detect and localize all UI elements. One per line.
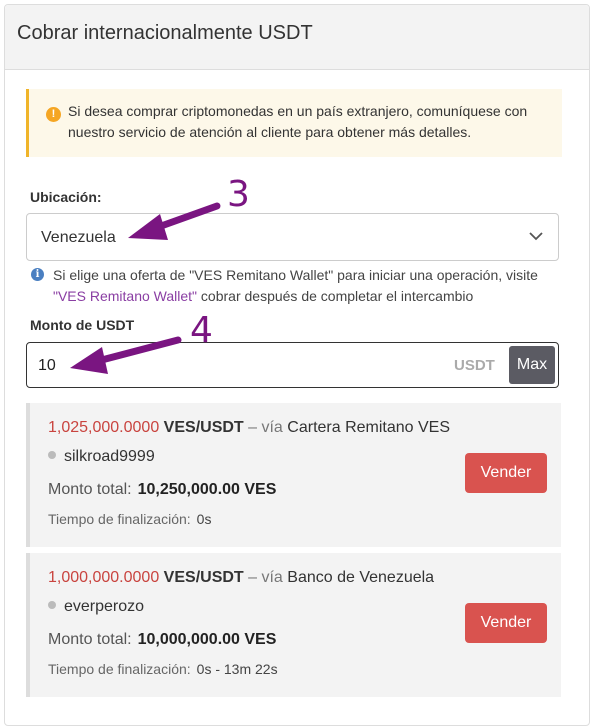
offer-method: Banco de Venezuela xyxy=(287,569,435,586)
location-label: Ubicación: xyxy=(30,189,102,205)
location-value: Venezuela xyxy=(41,229,116,246)
max-button[interactable]: Max xyxy=(509,346,555,384)
info-text-after: cobrar después de completar el intercamb… xyxy=(200,288,474,304)
offer-pair: VES/USDT xyxy=(163,569,244,586)
chevron-down-icon xyxy=(529,232,543,241)
offer-merchant: everperozo xyxy=(48,598,144,616)
annotation-number-4: 4 xyxy=(190,310,213,351)
time-value: 0s xyxy=(196,511,212,527)
amount-value: 10 xyxy=(38,357,56,374)
offer-merchant: silkroad9999 xyxy=(48,448,155,466)
alert-text: Si desea comprar criptomonedas en un paí… xyxy=(68,103,528,140)
total-label: Monto total: xyxy=(48,631,132,648)
time-label: Tiempo de finalización: xyxy=(48,511,191,527)
total-label: Monto total: xyxy=(48,481,132,498)
offer-rate-line: 1,000,000.0000 VES/USDT – vía Banco de V… xyxy=(48,569,434,587)
total-value: 10,250,000.00 VES xyxy=(137,481,277,498)
info-icon: i xyxy=(31,268,44,281)
offer-total: Monto total: 10,250,000.00 VES xyxy=(48,481,276,499)
time-value: 0s - 13m 22s xyxy=(196,661,278,677)
info-text-before: Si elige una oferta de "VES Remitano Wal… xyxy=(53,267,538,283)
offer-time: Tiempo de finalización: 0s - 13m 22s xyxy=(48,661,278,677)
offer-via: – vía xyxy=(248,419,283,436)
offer-method: Cartera Remitano VES xyxy=(287,419,451,436)
merchant-name[interactable]: silkroad9999 xyxy=(64,448,155,465)
annotation-number-3: 3 xyxy=(227,174,250,215)
offer-price: 1,000,000.0000 xyxy=(48,569,160,586)
warning-icon: ! xyxy=(46,107,61,122)
location-info-text: Si elige una oferta de "VES Remitano Wal… xyxy=(53,265,563,307)
ves-remitano-wallet-link[interactable]: "VES Remitano Wallet" xyxy=(53,288,197,304)
time-label: Tiempo de finalización: xyxy=(48,661,191,677)
status-dot-icon xyxy=(48,451,56,459)
status-dot-icon xyxy=(48,601,56,609)
amount-unit: USDT xyxy=(454,357,495,374)
amount-label: Monto de USDT xyxy=(30,317,135,333)
info-alert: ! Si desea comprar criptomonedas en un p… xyxy=(26,89,562,157)
offer-time: Tiempo de finalización: 0s xyxy=(48,511,211,527)
offer-total: Monto total: 10,000,000.00 VES xyxy=(48,631,276,649)
offer-via: – vía xyxy=(248,569,283,586)
sell-button[interactable]: Vender xyxy=(465,603,547,643)
panel-title: Cobrar internacionalmente USDT xyxy=(17,22,313,44)
offer-card: 1,000,000.0000 VES/USDT – vía Banco de V… xyxy=(26,553,561,697)
offer-card: 1,025,000.0000 VES/USDT – vía Cartera Re… xyxy=(26,403,561,547)
total-value: 10,000,000.00 VES xyxy=(137,631,277,648)
location-select[interactable]: Venezuela xyxy=(26,213,559,261)
offer-price: 1,025,000.0000 xyxy=(48,419,160,436)
sell-button[interactable]: Vender xyxy=(465,453,547,493)
amount-input[interactable]: 10 USDT Max xyxy=(26,342,559,388)
offer-pair: VES/USDT xyxy=(163,419,244,436)
offer-rate-line: 1,025,000.0000 VES/USDT – vía Cartera Re… xyxy=(48,419,450,437)
merchant-name[interactable]: everperozo xyxy=(64,598,144,615)
